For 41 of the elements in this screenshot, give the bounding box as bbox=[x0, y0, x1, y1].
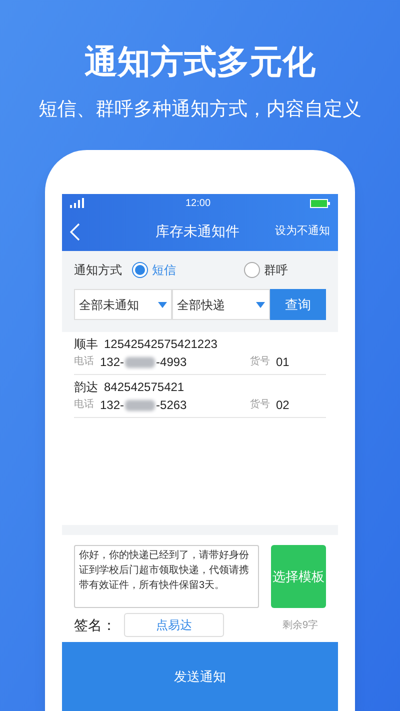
number-label: 货号 bbox=[250, 355, 270, 369]
blurred-digits bbox=[125, 400, 156, 410]
phone-suffix: -5263 bbox=[156, 397, 187, 414]
headline: 通知方式多元化 bbox=[84, 41, 316, 83]
battery-icon bbox=[310, 198, 330, 208]
phone-prefix: 132- bbox=[100, 397, 124, 414]
shelf-number: 01 bbox=[276, 354, 290, 371]
signature-field[interactable]: 点易达 bbox=[124, 613, 224, 637]
caret-icon bbox=[158, 302, 167, 308]
blurred-digits bbox=[125, 356, 156, 368]
number-label: 货号 bbox=[250, 398, 270, 412]
phone-prefix: 132- bbox=[100, 354, 124, 371]
status-time: 12:00 bbox=[185, 196, 211, 210]
tracking-number: 842542575421 bbox=[104, 379, 184, 396]
signature-label: 签名： bbox=[74, 616, 116, 634]
carrier-name: 韵达 bbox=[74, 379, 98, 396]
message-field[interactable]: 你好，你的快递已经到了，请带好身份证到学校后门超市领取快递，代领请携带有效证件，所有快件保留3天。 bbox=[74, 545, 259, 608]
parcel-row[interactable]: 韵达 842542575421 电话 132- -5263 货号 02 bbox=[74, 375, 326, 418]
mute-notify-link[interactable]: 设为不通知 bbox=[275, 223, 330, 240]
notify-method-label: 通知方式 bbox=[74, 262, 122, 279]
caret-icon bbox=[256, 302, 265, 308]
radio-label: 群呼 bbox=[264, 262, 288, 279]
signal-icon bbox=[70, 198, 86, 208]
carrier-name: 顺丰 bbox=[74, 336, 98, 353]
screen-title: 库存未通知件 bbox=[154, 222, 240, 241]
filter-dropdown[interactable]: 全部快递 bbox=[172, 289, 270, 320]
phone-suffix: -4993 bbox=[156, 354, 187, 371]
remaining-count: 剩余9字 bbox=[282, 618, 318, 632]
back-icon[interactable] bbox=[70, 222, 80, 240]
radio-label: 短信 bbox=[152, 262, 176, 279]
subheadline: 短信、群呼多种通知方式，内容自定义 bbox=[38, 97, 362, 122]
query-button[interactable]: 查询 bbox=[270, 289, 326, 320]
phone-label: 电话 bbox=[74, 398, 95, 412]
parcel-row[interactable]: 顺丰 12542542575421223 电话 132- -4993 货号 01 bbox=[74, 332, 326, 375]
radio-button[interactable] bbox=[244, 262, 260, 278]
shelf-number: 02 bbox=[276, 397, 290, 414]
tracking-number: 12542542575421223 bbox=[104, 336, 218, 353]
filter-dropdown[interactable]: 全部未通知 bbox=[74, 289, 172, 320]
phone-label: 电话 bbox=[74, 354, 95, 369]
send-button[interactable]: 发送通知 bbox=[62, 642, 338, 711]
radio-button[interactable] bbox=[132, 262, 148, 278]
